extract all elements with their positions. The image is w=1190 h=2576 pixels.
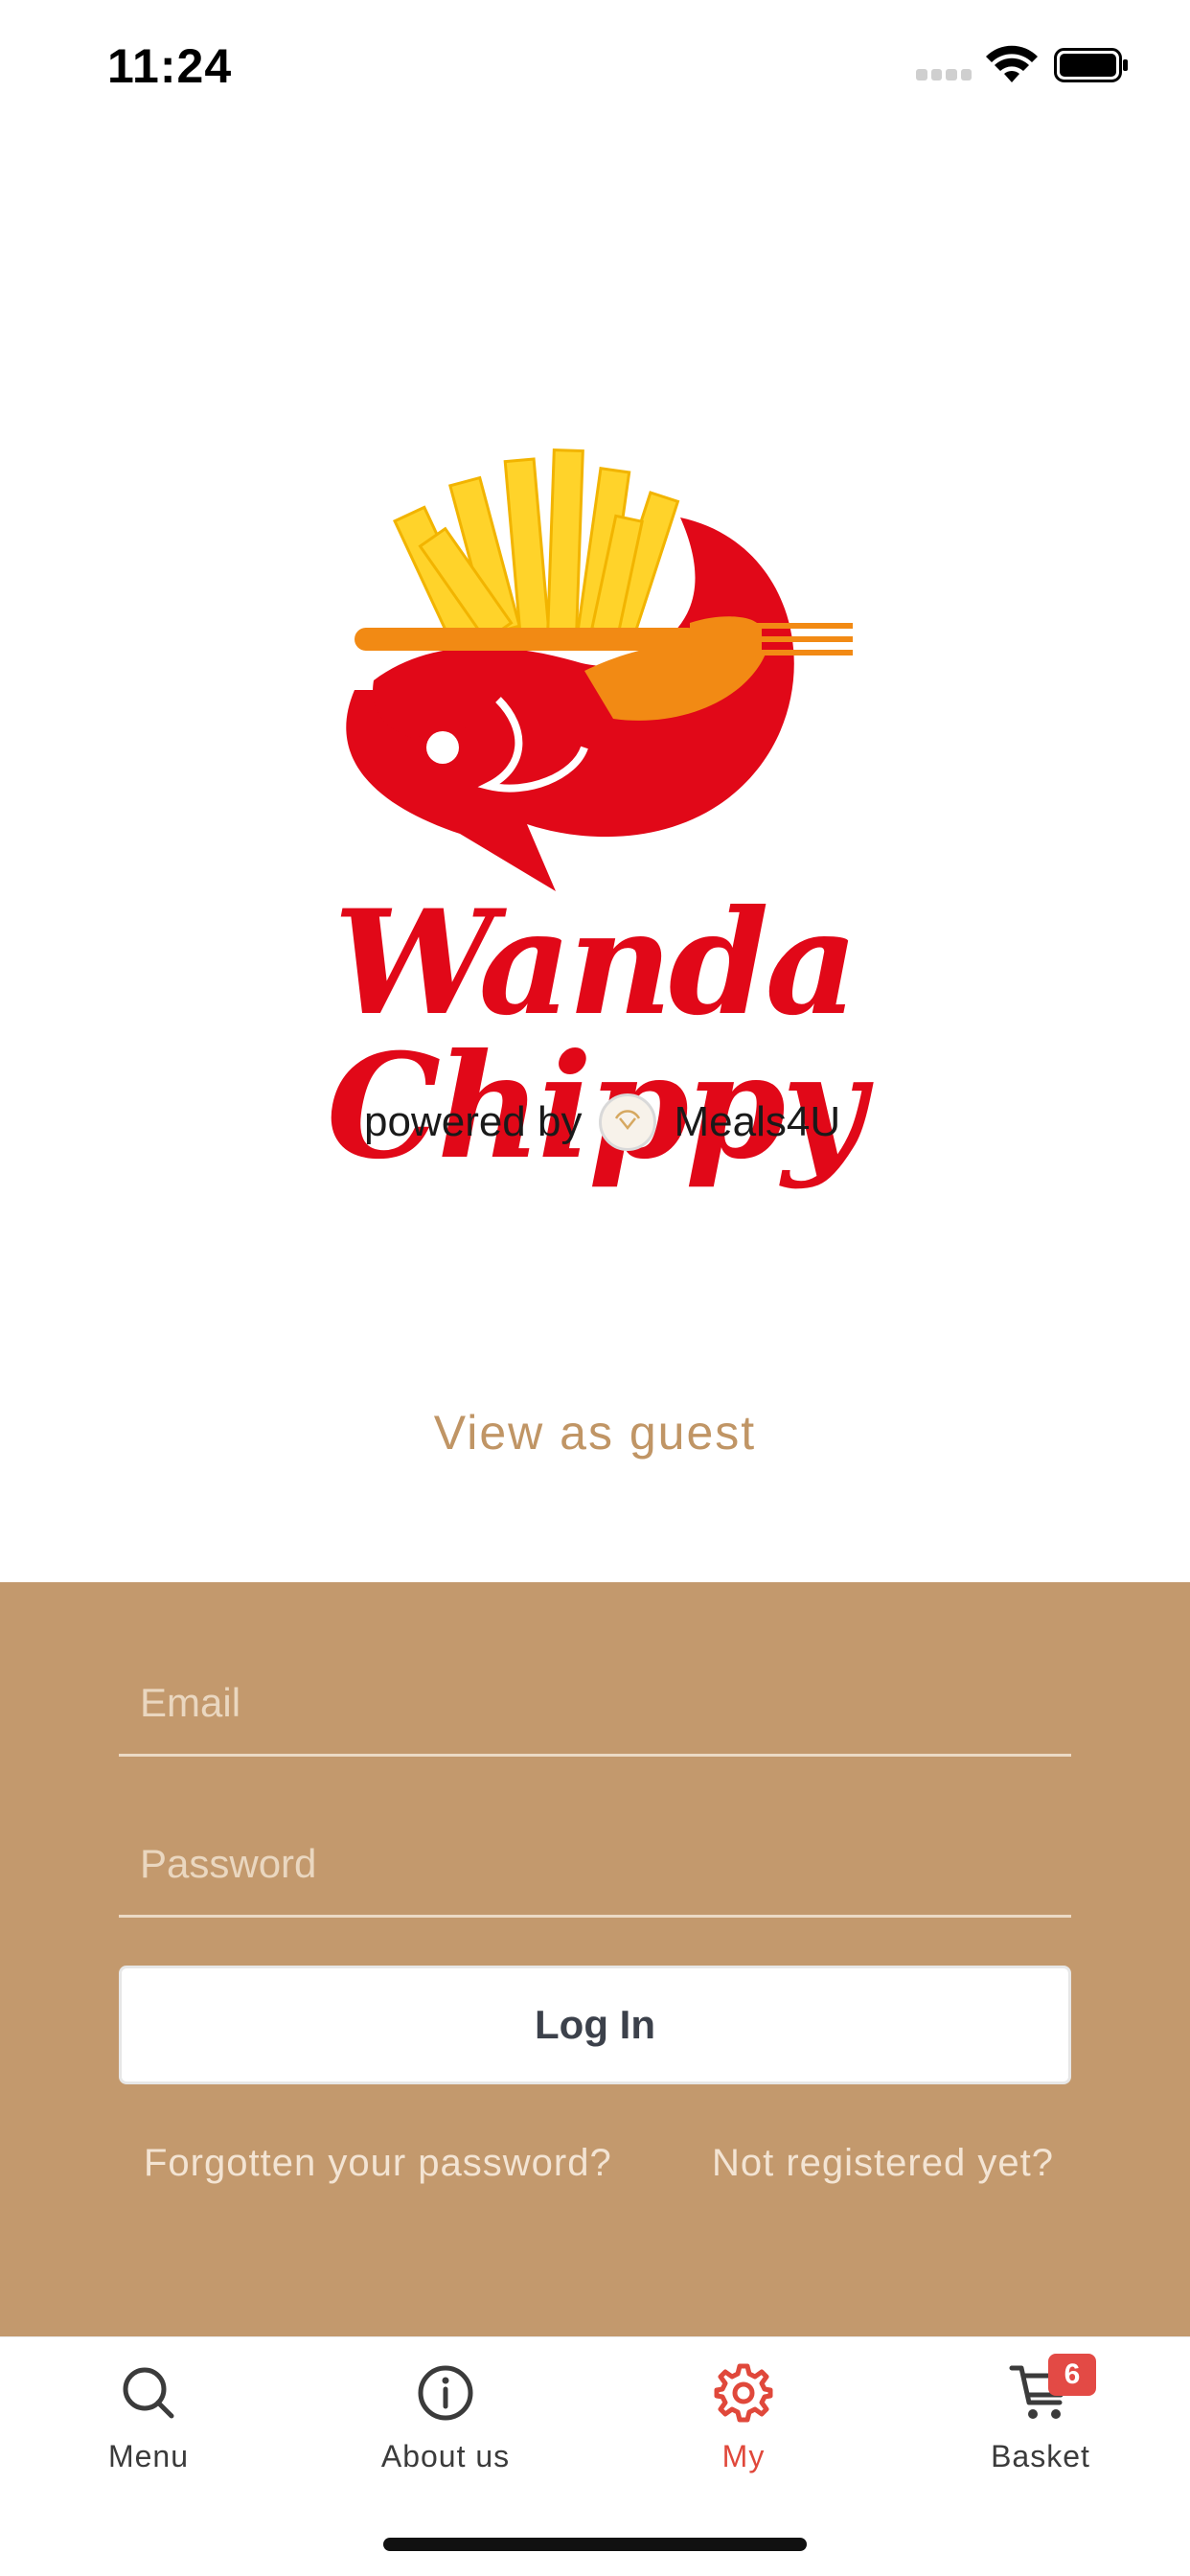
tab-menu-label: Menu xyxy=(107,2439,190,2473)
partner-name: Meals4U xyxy=(674,1098,841,1145)
meals4u-logo-icon xyxy=(599,1093,657,1151)
password-field[interactable] xyxy=(119,1812,1071,1915)
tab-about-us[interactable]: About us xyxy=(297,2337,594,2491)
status-bar: 11:24 xyxy=(0,0,1190,130)
powered-by-label: powered by xyxy=(364,1098,583,1145)
login-panel: Log In Forgotten your password? Not regi… xyxy=(0,1582,1190,2336)
tab-my-label: My xyxy=(721,2439,766,2473)
email-field[interactable] xyxy=(119,1651,1071,1754)
tab-about-us-label: About us xyxy=(380,2439,511,2473)
tab-basket-label: Basket xyxy=(991,2439,1090,2473)
forgot-password-link[interactable]: Forgotten your password? xyxy=(144,2142,612,2185)
tab-basket[interactable]: Basket xyxy=(892,2337,1189,2491)
battery-icon xyxy=(1054,48,1128,82)
wifi-icon xyxy=(986,45,1038,82)
cellular-signal-icon xyxy=(916,69,972,80)
view-as-guest-link[interactable]: View as guest xyxy=(0,1405,1190,1460)
info-icon xyxy=(418,2365,473,2421)
basket-count-badge: 6 xyxy=(1048,2354,1096,2396)
login-button[interactable]: Log In xyxy=(119,1966,1071,2084)
powered-by-line: powered by Meals4U xyxy=(364,1089,840,1156)
status-time: 11:24 xyxy=(107,39,233,93)
tab-my[interactable]: My xyxy=(595,2337,892,2491)
register-link[interactable]: Not registered yet? xyxy=(712,2142,1054,2185)
home-indicator xyxy=(383,2538,807,2551)
email-field-container xyxy=(119,1651,1071,1757)
tab-menu[interactable]: Menu xyxy=(0,2337,297,2491)
password-field-container xyxy=(119,1812,1071,1918)
search-icon xyxy=(123,2367,174,2419)
gear-icon xyxy=(714,2363,773,2423)
